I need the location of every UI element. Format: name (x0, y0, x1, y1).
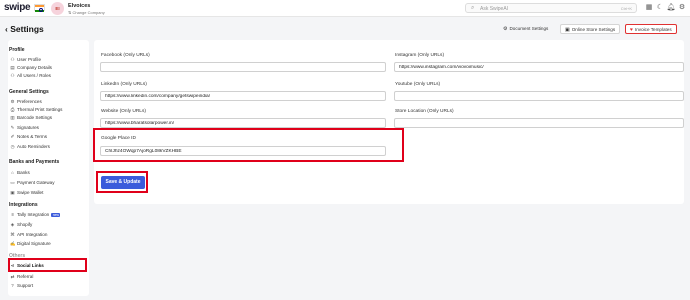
website-url-input[interactable] (100, 118, 386, 128)
clock-icon: ◷ (10, 144, 15, 149)
sidebar-item-signatures[interactable]: ✎ Signatures (10, 124, 85, 131)
code-icon: ⌘ (10, 232, 15, 237)
document-settings-button[interactable]: ⚙ Document Settings (499, 24, 552, 34)
sidebar-item-preferences[interactable]: ⚙ Preferences (10, 98, 85, 105)
sidebar-item-swipe-wallet[interactable]: ▣ Swipe Wallet (10, 189, 85, 196)
sidebar-item-support[interactable]: ? Support (10, 282, 85, 289)
gear-icon: ⚙ (10, 99, 15, 104)
sidebar-item-company-details[interactable]: ▤ Company Details (10, 64, 85, 71)
section-integrations: Integrations (9, 202, 38, 208)
store-location-url-input[interactable] (394, 118, 684, 128)
instagram-url-input[interactable] (394, 62, 684, 72)
facebook-label: Facebook (Only URLs) (101, 53, 150, 58)
sidebar-item-notes-terms[interactable]: ✐ Notes & Terms (10, 133, 85, 140)
youtube-url-input[interactable] (394, 91, 684, 101)
search-icon: ⌕ (471, 5, 475, 11)
page-title-text: Settings (10, 24, 44, 34)
shopify-icon: ◈ (10, 222, 15, 227)
sidebar-item-payment-gateway[interactable]: ▭ Payment Gateway (10, 179, 85, 186)
social-links-highlight (8, 258, 87, 272)
signature-icon: ✍ (10, 241, 16, 246)
search-shortcut: Ctrl+K (620, 6, 632, 12)
sidebar-item-auto-reminders[interactable]: ◷ Auto Reminders (10, 143, 85, 150)
tally-icon: ≡ (11, 212, 14, 217)
save-button-highlight (96, 171, 148, 193)
invoice-templates-button[interactable]: ♥ Invoice Templates (625, 24, 677, 34)
help-icon: ? (11, 283, 14, 288)
moon-icon[interactable]: ☾ (655, 3, 665, 13)
company-avatar[interactable]: EI (51, 2, 64, 15)
settings-icon: ⚙ (503, 26, 508, 32)
user-icon: ⚇ (10, 57, 15, 62)
online-store-settings-button[interactable]: ▣ Online Store Settings (560, 24, 621, 34)
store-location-label: Store Location (Only URLs) (395, 109, 454, 114)
section-profile: Profile (9, 47, 25, 53)
youtube-label: Youtube (Only URLs) (395, 82, 441, 87)
barcode-icon: ▥ (10, 115, 15, 120)
search-bar[interactable]: ⌕ Ask SwipeAI Ctrl+K (465, 3, 637, 13)
wallet-icon: ▣ (10, 190, 15, 195)
sidebar-item-referral[interactable]: ⇄ Referral (10, 273, 85, 280)
change-company-link[interactable]: ⇅ Change Company (68, 10, 105, 15)
gear-icon[interactable]: ⚙ (677, 3, 687, 13)
google-place-id-highlight (93, 128, 404, 162)
linkedin-label: LinkedIn (Only URLs) (101, 82, 147, 87)
website-label: Website (Only URLs) (101, 109, 146, 114)
sidebar-item-tally-integration[interactable]: ≡ Tally Integration new (10, 211, 85, 218)
sidebar-item-user-profile[interactable]: ⚇ User Profile (10, 56, 85, 63)
instagram-label: Instagram (Only URLs) (395, 53, 445, 58)
search-placeholder: Ask SwipeAI (480, 6, 509, 12)
back-arrow-icon[interactable]: ‹ (5, 24, 8, 34)
sidebar-item-all-users[interactable]: ⚇ All Users / Roles (10, 72, 85, 79)
bank-icon: ⌂ (11, 170, 14, 175)
notes-icon: ✐ (10, 134, 15, 139)
linkedin-url-input[interactable] (100, 91, 386, 101)
swipe-logo[interactable]: swipe (4, 2, 31, 13)
referral-icon: ⇄ (10, 274, 15, 279)
section-banks-payments: Banks and Payments (9, 159, 60, 165)
building-icon: ▤ (10, 65, 15, 70)
printer-icon: ⎙ (10, 107, 15, 112)
sidebar-item-api-integration[interactable]: ⌘ API Integration (10, 231, 85, 238)
sidebar-item-thermal-print[interactable]: ⎙ Thermal Print Settings (10, 106, 85, 113)
india-flag-icon (34, 4, 45, 13)
page-title: ‹ Settings (5, 24, 44, 34)
sidebar-item-shopify[interactable]: ◈ Shopify (10, 221, 85, 228)
facebook-url-input[interactable] (100, 62, 386, 72)
heart-icon: ♥ (630, 27, 633, 33)
users-icon: ⚇ (10, 73, 15, 78)
sidebar-item-banks[interactable]: ⌂ Banks (10, 169, 85, 176)
sidebar-item-barcode[interactable]: ▥ Barcode Settings (10, 114, 85, 121)
top-bar: swipe EI Elvoices ⇅ Change Company ⌕ Ask… (0, 0, 690, 17)
grid-icon[interactable]: ▦ (644, 3, 654, 13)
card-icon: ▭ (10, 180, 15, 185)
new-badge: new (51, 212, 61, 217)
bell-icon[interactable]: 🔔︎ (666, 3, 676, 13)
store-icon: ▣ (565, 27, 570, 33)
section-general-settings: General Settings (9, 89, 49, 95)
sidebar-item-digital-signature[interactable]: ✍ Digital Signature (10, 240, 85, 247)
signature-icon: ✎ (10, 125, 15, 130)
company-name[interactable]: Elvoices (68, 3, 90, 9)
